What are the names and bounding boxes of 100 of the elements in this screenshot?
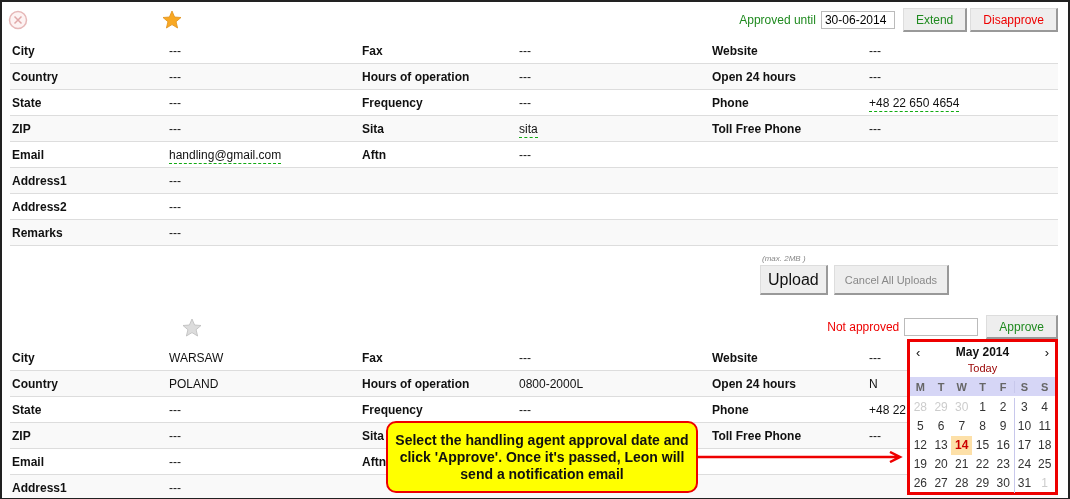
calendar-day[interactable]: 3 [1013, 398, 1035, 417]
field-label: Email [12, 454, 44, 469]
field-value: --- [519, 43, 531, 60]
field-label: Address2 [12, 199, 67, 214]
field-label: Address1 [12, 173, 67, 188]
field-value: --- [169, 480, 181, 497]
field-value: POLAND [169, 376, 219, 393]
calendar-day[interactable]: 14 [951, 436, 973, 455]
field-label: Website [712, 43, 758, 58]
field-value: --- [169, 454, 181, 471]
calendar-day[interactable]: 7 [951, 417, 973, 436]
field-label: Sita [362, 121, 384, 136]
field-label: Phone [712, 95, 749, 110]
field-label: Fax [362, 350, 383, 365]
field-label: Country [12, 376, 58, 391]
field-value: --- [869, 350, 881, 367]
calendar-day[interactable]: 15 [972, 436, 993, 455]
field-label: City [12, 350, 35, 365]
field-value: --- [169, 402, 181, 419]
weekday-label: W [955, 380, 968, 393]
calendar-day[interactable]: 4 [1034, 398, 1055, 417]
field-label: Aftn [362, 147, 386, 162]
star-icon[interactable] [182, 318, 202, 338]
approval-status: Not approved [827, 320, 900, 334]
field-label: Toll Free Phone [712, 428, 802, 443]
calendar-day[interactable]: 2 [992, 398, 1014, 417]
upload-button[interactable]: Upload [760, 265, 828, 295]
calendar-day[interactable]: 29 [972, 474, 993, 493]
calendar-day[interactable]: 6 [930, 417, 952, 436]
field-label: Aftn [362, 454, 386, 469]
calendar-day[interactable]: 19 [910, 455, 931, 474]
weekday-label: F [998, 380, 1008, 393]
calendar-day[interactable]: 30 [992, 474, 1014, 493]
field-value: +48 22 [869, 402, 907, 419]
field-value: WARSAW [169, 350, 224, 367]
calendar-day[interactable]: 9 [992, 417, 1014, 436]
field-label: Remarks [12, 225, 63, 240]
positive-button[interactable]: Extend [902, 8, 968, 32]
field-value: --- [519, 350, 531, 367]
weekday-label: T [936, 380, 946, 393]
field-value: --- [519, 69, 531, 86]
field-value: --- [169, 428, 181, 445]
previous-month[interactable]: ‹ [916, 344, 921, 360]
field-value: --- [869, 69, 881, 86]
today-link[interactable]: Today [910, 360, 1055, 377]
field-label: ZIP [12, 428, 31, 443]
calendar-day[interactable]: 13 [930, 436, 952, 455]
calendar-day[interactable]: 23 [992, 455, 1014, 474]
calendar-day[interactable]: 28 [951, 474, 973, 493]
editable-value[interactable]: handling@gmail.com [169, 145, 282, 164]
calendar-day[interactable]: 22 [972, 455, 993, 474]
date-field[interactable] [904, 318, 979, 336]
field-label: Open 24 hours [712, 376, 797, 391]
calendar-day[interactable]: 26 [910, 474, 931, 493]
calendar-day[interactable]: 31 [1013, 474, 1035, 493]
field-label: Fax [362, 43, 383, 58]
calendar-day[interactable]: 12 [910, 436, 931, 455]
calendar-day[interactable]: 17 [1013, 436, 1035, 455]
field-value: --- [169, 225, 181, 242]
field-value: 0800-2000L [519, 376, 584, 393]
star-icon[interactable] [162, 10, 182, 30]
field-label: Country [12, 69, 58, 84]
editable-value[interactable]: sita [519, 119, 538, 138]
calendar-day[interactable]: 24 [1013, 455, 1035, 474]
date-field[interactable]: 30-06-2014 [820, 11, 895, 29]
field-label: Sita [362, 428, 384, 443]
close-icon[interactable] [8, 10, 28, 30]
field-value: --- [169, 173, 181, 190]
field-value: --- [169, 69, 181, 86]
field-label: Hours of operation [362, 376, 470, 391]
field-label: Website [712, 350, 758, 365]
next-month[interactable]: › [1044, 344, 1049, 360]
calendar-day[interactable]: 5 [910, 417, 931, 436]
field-label: Email [12, 147, 44, 162]
positive-button[interactable]: Approve [986, 315, 1058, 339]
calendar-day[interactable]: 10 [1013, 417, 1035, 436]
size-note: (max. 2MB ) [762, 254, 806, 263]
field-value: N [869, 376, 878, 393]
editable-value[interactable]: +48 22 650 4654 [869, 93, 960, 112]
field-label: City [12, 43, 35, 58]
field-label: Phone [712, 402, 749, 417]
calendar-day[interactable]: 25 [1034, 455, 1055, 474]
calendar-day[interactable]: 1 [972, 398, 993, 417]
field-value: --- [869, 121, 881, 138]
field-label: Frequency [362, 95, 423, 110]
calendar-day[interactable]: 16 [992, 436, 1014, 455]
calendar-day[interactable]: 18 [1034, 436, 1055, 455]
weekday-label: S [1013, 380, 1035, 393]
negative-button[interactable]: Disapprove [970, 8, 1058, 32]
calendar-day[interactable]: 8 [972, 417, 993, 436]
field-label: Open 24 hours [712, 69, 797, 84]
field-label: State [12, 95, 42, 110]
calendar-day[interactable]: 11 [1034, 417, 1055, 436]
month-title: May 2014 [955, 345, 1010, 359]
field-label: Hours of operation [362, 69, 470, 84]
field-value: --- [519, 402, 531, 419]
weekday-label: S [1039, 380, 1050, 393]
calendar-day[interactable]: 21 [951, 455, 973, 474]
calendar-day[interactable]: 27 [930, 474, 952, 493]
calendar-day[interactable]: 20 [930, 455, 952, 474]
